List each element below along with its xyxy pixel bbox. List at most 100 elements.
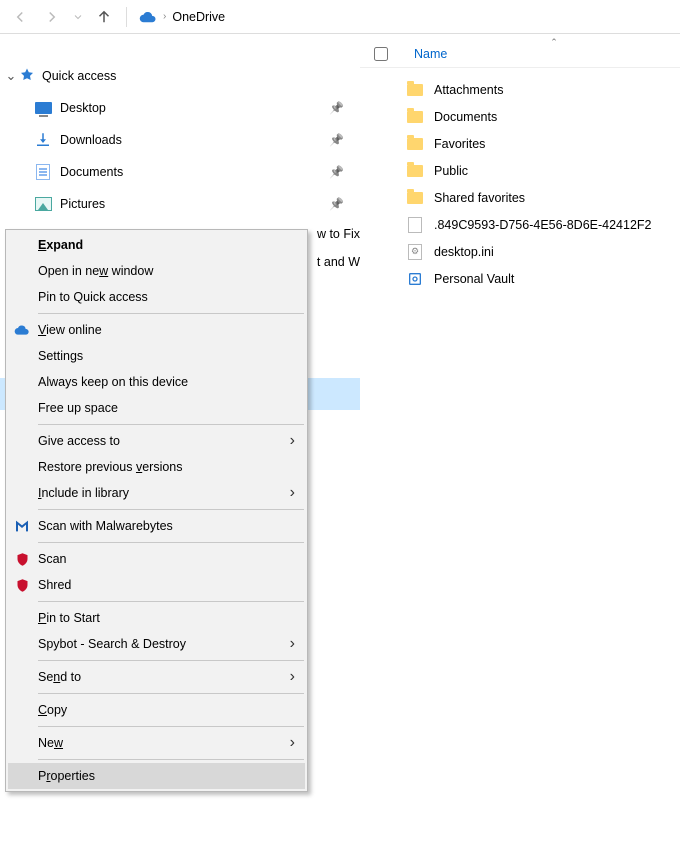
tree-item-desktop[interactable]: Desktop📌 [0, 92, 360, 124]
onedrive-icon [13, 322, 31, 338]
breadcrumb-label: OneDrive [172, 10, 225, 24]
menu-item-label: Copy [38, 703, 67, 717]
menu-item-label: Pin to Quick access [38, 290, 148, 304]
breadcrumb[interactable]: › OneDrive [135, 8, 225, 26]
folder-icon [406, 108, 424, 126]
menu-item-open-in-new-window[interactable]: Open in new window [8, 258, 305, 284]
menu-item-label: View online [38, 323, 102, 337]
menu-item-label: Properties [38, 769, 95, 783]
tree-item-label: Downloads [60, 133, 122, 147]
menu-item-label: New [38, 736, 63, 750]
file-row[interactable]: Documents [360, 103, 680, 130]
file-row[interactable]: Personal Vault [360, 265, 680, 292]
file-row[interactable]: Attachments [360, 76, 680, 103]
file-row[interactable]: Favorites [360, 130, 680, 157]
submenu-arrow-icon: › [290, 668, 295, 686]
quick-access-icon [18, 67, 36, 85]
nav-separator [126, 7, 127, 27]
folder-icon [406, 189, 424, 207]
mcafee-icon [13, 578, 31, 593]
tree-item-label: Pictures [60, 197, 105, 211]
menu-item-label: Always keep on this device [38, 375, 188, 389]
download-icon [34, 131, 52, 149]
menu-separator [38, 601, 304, 602]
recent-locations-dropdown[interactable] [70, 3, 86, 31]
menu-item-view-online[interactable]: View online [8, 317, 305, 343]
malwarebytes-icon [13, 518, 31, 534]
menu-item-properties[interactable]: Properties [8, 763, 305, 789]
folder-icon [406, 162, 424, 180]
desktop-icon [34, 99, 52, 117]
menu-item-label: Free up space [38, 401, 118, 415]
submenu-arrow-icon: › [290, 484, 295, 502]
pin-icon: 📌 [329, 197, 344, 211]
menu-separator [38, 424, 304, 425]
menu-separator [38, 313, 304, 314]
menu-separator [38, 693, 304, 694]
menu-item-copy[interactable]: Copy [8, 697, 305, 723]
tree-item-pictures[interactable]: Pictures 📌 [0, 188, 360, 220]
tree-item-downloads[interactable]: Downloads 📌 [0, 124, 360, 156]
menu-item-new[interactable]: New › [8, 730, 305, 756]
column-header-name[interactable]: Name ⌃ [414, 47, 497, 61]
file-name-label: Attachments [434, 83, 503, 97]
folder-icon [406, 81, 424, 99]
submenu-arrow-icon: › [290, 734, 295, 752]
column-header-row: Name ⌃ [360, 40, 680, 68]
menu-separator [38, 759, 304, 760]
menu-item-label: Scan [38, 552, 67, 566]
menu-item-always-keep-on-this-device[interactable]: Always keep on this device [8, 369, 305, 395]
address-bar: › OneDrive [0, 0, 680, 34]
settings-file-icon: ⚙ [406, 243, 424, 261]
file-name-label: Personal Vault [434, 272, 514, 286]
menu-item-pin-to-start[interactable]: Pin to Start [8, 605, 305, 631]
file-list: Name ⌃ Attachments Documents Favorites Publ… [360, 34, 680, 845]
submenu-arrow-icon: › [290, 432, 295, 450]
nav-forward-button[interactable] [38, 3, 66, 31]
menu-item-label: Give access to [38, 434, 120, 448]
sort-indicator-icon: ⌃ [550, 37, 558, 48]
menu-separator [38, 660, 304, 661]
chevron-down-icon[interactable]: ⌄ [4, 68, 18, 84]
menu-item-label: Settings [38, 349, 83, 363]
tree-item-label: Documents [60, 165, 123, 179]
menu-item-expand[interactable]: Expand [8, 232, 305, 258]
menu-item-scan[interactable]: Scan [8, 546, 305, 572]
menu-item-give-access-to[interactable]: Give access to › [8, 428, 305, 454]
menu-separator [38, 726, 304, 727]
context-menu: Expand Open in new window Pin to Quick acc… [5, 229, 308, 792]
tree-quick-access[interactable]: ⌄ Quick access [0, 60, 360, 92]
pin-icon: 📌 [329, 133, 344, 147]
menu-item-label: Pin to Start [38, 611, 100, 625]
menu-item-label: Send to [38, 670, 81, 684]
menu-item-shred[interactable]: Shred [8, 572, 305, 598]
chevron-right-icon: › [163, 11, 166, 22]
menu-item-send-to[interactable]: Send to › [8, 664, 305, 690]
tree-label: Quick access [42, 69, 116, 83]
file-name-label: Favorites [434, 137, 485, 151]
menu-item-label: Expand [38, 238, 83, 252]
file-row[interactable]: Shared favorites [360, 184, 680, 211]
select-all-checkbox[interactable] [374, 47, 388, 61]
mcafee-icon [13, 552, 31, 567]
tree-item-label: Desktop [60, 101, 106, 115]
menu-item-label: Scan with Malwarebytes [38, 519, 173, 533]
menu-separator [38, 542, 304, 543]
file-row[interactable]: ⚙ desktop.ini [360, 238, 680, 265]
file-name-label: desktop.ini [434, 245, 494, 259]
nav-back-button[interactable] [6, 3, 34, 31]
file-row[interactable]: Public [360, 157, 680, 184]
documents-icon [34, 163, 52, 181]
menu-item-label: Spybot - Search & Destroy [38, 637, 186, 651]
menu-item-spybot-search-destroy[interactable]: Spybot - Search & Destroy› [8, 631, 305, 657]
menu-item-restore-previous-versions[interactable]: Restore previous versions [8, 454, 305, 480]
menu-item-scan-with-malwarebytes[interactable]: Scan with Malwarebytes [8, 513, 305, 539]
vault-icon [406, 270, 424, 288]
menu-item-free-up-space[interactable]: Free up space [8, 395, 305, 421]
menu-item-pin-to-quick-access[interactable]: Pin to Quick access [8, 284, 305, 310]
nav-up-button[interactable] [90, 3, 118, 31]
file-row[interactable]: .849C9593-D756-4E56-8D6E-42412F2 [360, 211, 680, 238]
menu-item-include-in-library[interactable]: Include in library› [8, 480, 305, 506]
menu-item-settings[interactable]: Settings [8, 343, 305, 369]
tree-item-documents[interactable]: Documents📌 [0, 156, 360, 188]
